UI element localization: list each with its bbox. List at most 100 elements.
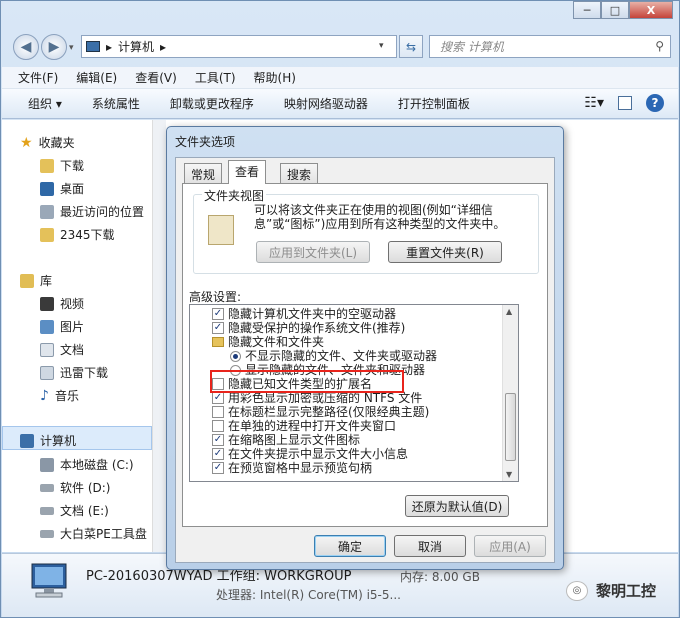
checkbox-unchecked[interactable] [212, 420, 224, 432]
apply-button[interactable]: 应用(A) [474, 535, 546, 557]
reset-folders-button[interactable]: 重置文件夹(R) [388, 241, 502, 263]
checkbox-checked[interactable]: ✓ [212, 448, 224, 460]
scroll-down-icon[interactable]: ▼ [506, 470, 512, 479]
sidebar-item-desktop[interactable]: 桌面 [40, 180, 84, 197]
library-icon [20, 273, 34, 288]
thunder-download-icon [40, 365, 54, 380]
setting-preview-handlers[interactable]: ✓ 在预览窗格中显示预览句柄 [212, 461, 372, 475]
scrollbar-thumb[interactable] [505, 393, 516, 461]
sidebar-favorites[interactable]: ★ 收藏夹 [20, 134, 75, 151]
hard-drive-icon [40, 483, 54, 492]
organize-button[interactable]: 组织 ▾ [28, 95, 62, 112]
checkbox-checked[interactable]: ✓ [212, 392, 224, 404]
address-separator: ▸ [106, 39, 113, 54]
setting-dont-show-hidden[interactable]: 不显示隐藏的文件、文件夹或驱动器 [230, 349, 437, 363]
watermark: ◎ 黎明工控 [566, 580, 656, 601]
sidebar-item-documents[interactable]: 文档 [40, 341, 84, 358]
setting-hide-empty-drives[interactable]: ✓ 隐藏计算机文件夹中的空驱动器 [212, 307, 396, 321]
address-dropdown-icon[interactable]: ▾ [379, 41, 384, 51]
advanced-settings-list[interactable]: ✓ 隐藏计算机文件夹中的空驱动器 ✓ 隐藏受保护的操作系统文件(推荐) 隐藏文件… [189, 304, 519, 482]
setting-folder-tip-size[interactable]: ✓ 在文件夹提示中显示文件大小信息 [212, 447, 408, 461]
refresh-button[interactable]: ⇆ [399, 35, 423, 58]
open-control-panel-button[interactable]: 打开控制面板 [398, 95, 470, 112]
red-highlight-box [210, 370, 404, 393]
setting-label: 隐藏受保护的操作系统文件(推荐) [228, 321, 406, 335]
sidebar-computer[interactable]: 计算机 [20, 432, 76, 449]
preview-pane-icon[interactable] [618, 96, 632, 110]
sidebar-item-pe-disk[interactable]: 大白菜PE工具盘 [40, 525, 147, 542]
setting-label: 在缩略图上显示文件图标 [228, 433, 361, 447]
sidebar-item-drive-e[interactable]: 文档 (E:) [40, 502, 109, 519]
menu-help[interactable]: 帮助(H) [254, 69, 296, 86]
restore-defaults-button[interactable]: 还原为默认值(D) [405, 495, 509, 517]
folder-icon [212, 337, 224, 347]
tab-search[interactable]: 搜索 [280, 163, 319, 183]
sidebar-libraries[interactable]: 库 [20, 272, 52, 289]
setting-thumbnail-icons[interactable]: ✓ 在缩略图上显示文件图标 [212, 433, 360, 447]
view-options-icon[interactable]: ☷▾ [584, 95, 604, 111]
sidebar-item-thunder-downloads[interactable]: 迅雷下载 [40, 364, 108, 381]
sidebar-item-drive-c[interactable]: 本地磁盘 (C:) [40, 456, 134, 473]
hard-drive-icon [40, 506, 54, 515]
checkbox-checked[interactable]: ✓ [212, 462, 224, 474]
address-location[interactable]: 计算机 [118, 38, 154, 55]
checkbox-checked[interactable]: ✓ [212, 434, 224, 446]
scroll-up-icon[interactable]: ▲ [506, 307, 512, 316]
desktop-icon [40, 181, 54, 196]
setting-label: 不显示隐藏的文件、文件夹或驱动器 [245, 349, 438, 363]
sidebar-item-recent[interactable]: 最近访问的位置 [40, 203, 144, 220]
sidebar-item-pictures[interactable]: 图片 [40, 318, 84, 335]
back-button[interactable]: ◀ [13, 34, 39, 60]
system-properties-button[interactable]: 系统属性 [92, 95, 140, 112]
setting-hide-protected-os-files[interactable]: ✓ 隐藏受保护的操作系统文件(推荐) [212, 321, 405, 335]
search-input[interactable]: 搜索 计算机 ⚲ [429, 35, 671, 58]
recent-pages-icon[interactable]: ▾ [69, 43, 74, 53]
forward-button[interactable]: ▶ [41, 34, 67, 60]
checkbox-checked[interactable]: ✓ [212, 322, 224, 334]
apply-to-folders-button[interactable]: 应用到文件夹(L) [256, 241, 370, 263]
sidebar-item-videos[interactable]: 视频 [40, 295, 84, 312]
sidebar-item-music[interactable]: ♪ 音乐 [40, 387, 79, 404]
sidebar-item-label: 最近访问的位置 [60, 205, 145, 219]
sidebar-libraries-label: 库 [40, 274, 53, 288]
checkbox-checked[interactable]: ✓ [212, 308, 224, 320]
help-icon[interactable]: ? [646, 94, 664, 112]
cancel-button[interactable]: 取消 [394, 535, 466, 557]
maximize-button[interactable]: □ [601, 1, 629, 19]
setting-color-ntfs[interactable]: ✓ 用彩色显示加密或压缩的 NTFS 文件 [212, 391, 422, 405]
menu-view[interactable]: 查看(V) [135, 69, 177, 86]
settings-scrollbar[interactable]: ▲ ▼ [502, 305, 518, 481]
recent-places-icon [40, 204, 54, 219]
command-bar: 组织 ▾ 系统属性 卸载或更改程序 映射网络驱动器 打开控制面板 ☷▾ ? [2, 89, 678, 119]
navigation-pane: ★ 收藏夹 下载 桌面 最近访问的位置 2345下载 库 视频 图片 文档 迅雷… [2, 120, 152, 552]
checkbox-unchecked[interactable] [212, 406, 224, 418]
sidebar-item-label: 文档 (E:) [60, 504, 109, 518]
close-button[interactable]: X [629, 1, 673, 19]
tab-general[interactable]: 常规 [184, 163, 223, 183]
sidebar-item-downloads[interactable]: 下载 [40, 157, 84, 174]
uninstall-program-button[interactable]: 卸载或更改程序 [170, 95, 254, 112]
sidebar-favorites-label: 收藏夹 [38, 136, 75, 150]
dialog-title: 文件夹选项 [175, 135, 236, 149]
minimize-button[interactable]: ─ [573, 1, 601, 19]
ok-button[interactable]: 确定 [314, 535, 386, 557]
computer-icon [86, 41, 100, 52]
map-network-drive-button[interactable]: 映射网络驱动器 [284, 95, 368, 112]
menu-file[interactable]: 文件(F) [18, 69, 58, 86]
menu-edit[interactable]: 编辑(E) [76, 69, 117, 86]
setting-full-path-title[interactable]: 在标题栏显示完整路径(仅限经典主题) [212, 405, 429, 419]
setting-label: 在文件夹提示中显示文件大小信息 [228, 447, 409, 461]
folder-view-description: 可以将该文件夹正在使用的视图(例如“详细信息”或“图标”)应用到所有这种类型的文… [254, 203, 506, 231]
setting-separate-process[interactable]: 在单独的进程中打开文件夹窗口 [212, 419, 396, 433]
video-icon [40, 296, 54, 311]
search-icon[interactable]: ⚲ [655, 39, 664, 53]
pictures-icon [40, 319, 54, 334]
navigation-scrollbar[interactable] [152, 120, 166, 552]
sidebar-item-drive-d[interactable]: 软件 (D:) [40, 479, 110, 496]
address-bar[interactable]: ▸ 计算机 ▸ [81, 35, 397, 58]
sidebar-computer-label: 计算机 [40, 434, 77, 448]
menu-tools[interactable]: 工具(T) [195, 69, 236, 86]
sidebar-item-2345-downloads[interactable]: 2345下载 [40, 226, 115, 243]
tab-view[interactable]: 查看 [228, 160, 267, 184]
radio-selected[interactable] [230, 350, 241, 362]
